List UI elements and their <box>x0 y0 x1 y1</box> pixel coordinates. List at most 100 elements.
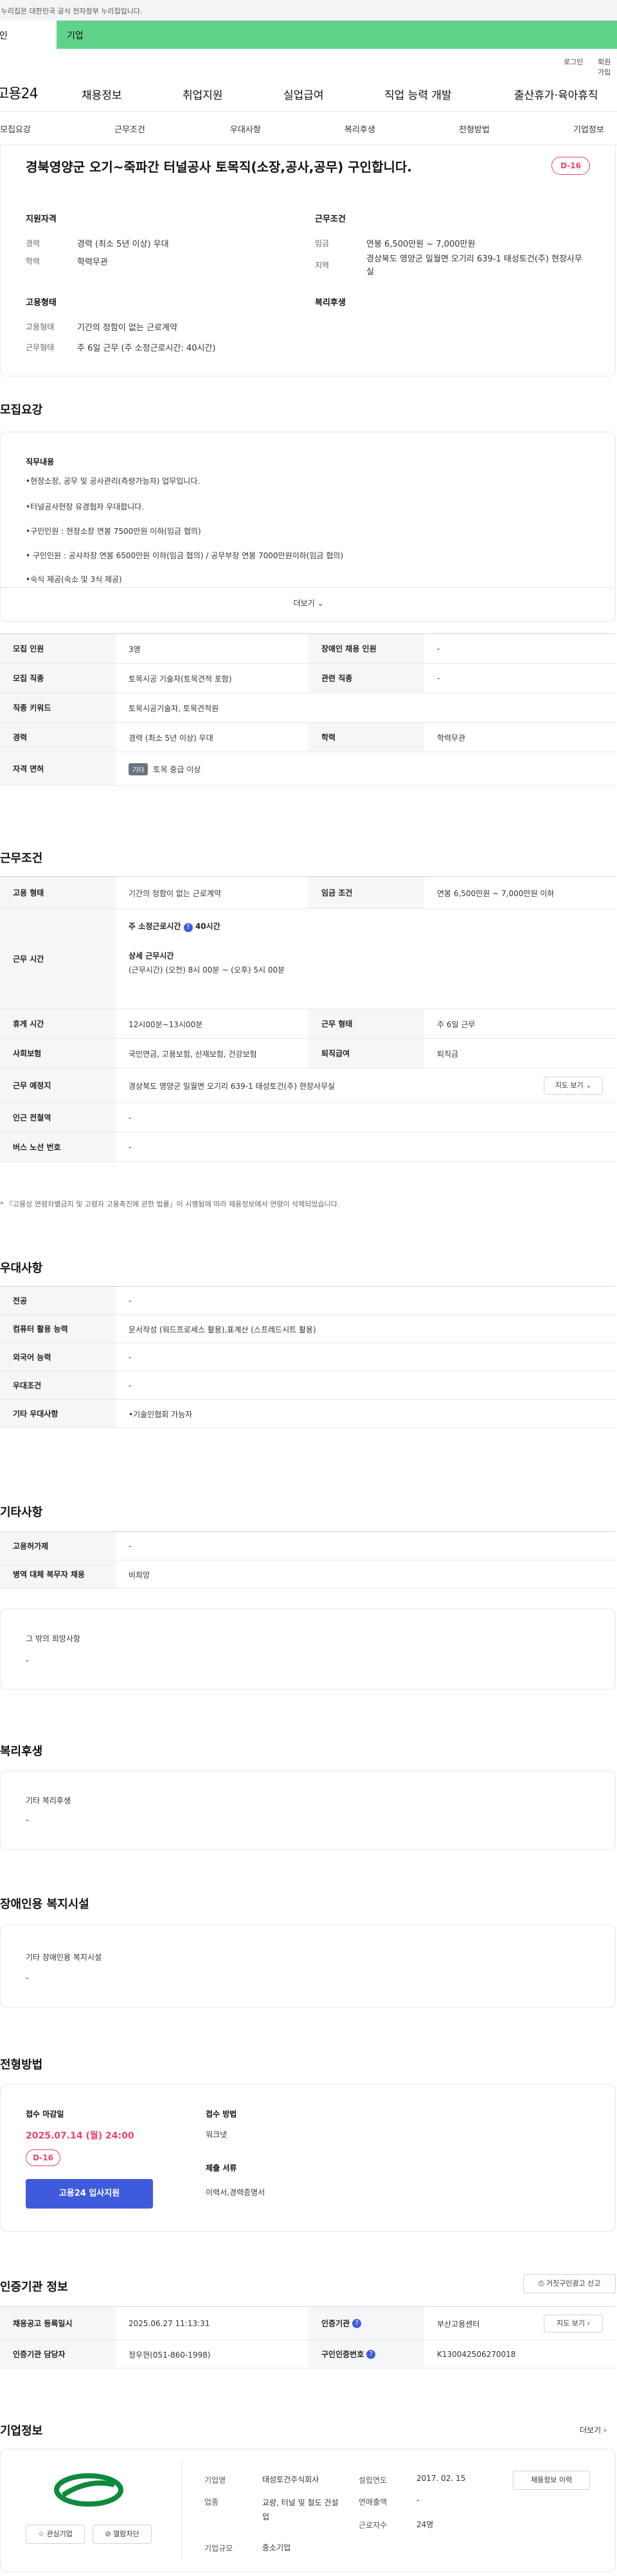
site-logo[interactable]: 고용24 <box>0 82 38 103</box>
industry-value: 교량, 터널 및 철도 건설업 <box>262 2498 339 2521</box>
cert-map-button[interactable]: 지도 보기 › <box>544 2315 603 2333</box>
info-icon[interactable]: ? <box>352 2318 362 2328</box>
gnb-item-jobs[interactable]: 채용정보 <box>82 86 122 102</box>
facility-section-title: 장애인용 복지시설 <box>0 1898 89 1911</box>
segment-bar: 개인 기업 <box>0 21 617 49</box>
row-header: 학력 <box>308 723 424 752</box>
cond-region-value: 경상북도 영양군 일월면 오기리 639-1 태성토건(주) 현장사무실 <box>366 254 582 277</box>
sales-value: - <box>416 2496 420 2505</box>
pref-etc-value: •기술인협회 가능자 <box>129 1409 193 1419</box>
tab-screening[interactable]: 전형방법 <box>459 123 490 135</box>
facility-card <box>0 1925 616 2008</box>
cond-region-label: 지역 <box>315 261 330 270</box>
work-form-value: 주 6일 근무 <box>437 1019 476 1029</box>
deadline-label: 접수 마감일 <box>26 2110 64 2119</box>
segment-company[interactable]: 기업 <box>57 21 617 49</box>
table-row: 휴게 시간 12시00분~13시00분 근무 형태 주 6일 근무 <box>0 1009 616 1039</box>
row-header: 채용공고 등록일시 <box>0 2307 116 2340</box>
support-heading: 지원자격 <box>26 215 57 224</box>
founded-label: 설립연도 <box>359 2476 388 2485</box>
welfare-card <box>0 1770 616 1850</box>
company-size-label: 기업규모 <box>204 2544 233 2553</box>
table-row: 병역 대체 복무자 채용 비희망 <box>0 1560 616 1589</box>
gnb-item-skills[interactable]: 직업 능력 개발 <box>384 86 452 102</box>
condition-heading: 근무조건 <box>315 215 346 224</box>
wage-value: 연봉 6,500만원 ~ 7,000만원 이하 <box>437 888 555 898</box>
gnb-item-unemployment-benefit[interactable]: 실업급여 <box>283 86 324 102</box>
emp-type-value: 기간의 정함이 없는 근로계약 <box>77 323 177 333</box>
welfare-heading: 복리후생 <box>315 298 346 308</box>
divider <box>181 2460 182 2561</box>
row-header: 모집 인원 <box>0 634 116 663</box>
info-icon[interactable]: ? <box>366 2349 376 2359</box>
star-icon: ☆ <box>38 2530 44 2538</box>
hours-detail-label: 상세 근무시간 <box>129 951 174 960</box>
gnb-item-parental-leave[interactable]: 출산휴가·육아휴직 <box>514 86 598 102</box>
welfare-label: 기타 복리후생 <box>26 1796 71 1805</box>
gov-notice-text: 이 누리집은 대한민국 공식 전자정부 누리집입니다. <box>0 7 143 15</box>
map-button[interactable]: 지도 보기 ⌄ <box>544 1077 603 1095</box>
table-row: 전공 - <box>0 1287 616 1315</box>
military-value: 비희망 <box>129 1570 150 1580</box>
duty-more-button[interactable]: 더보기 ⌄ <box>276 597 341 608</box>
license-text: 토목 중급 이상 <box>153 764 201 774</box>
support-edu-label: 학력 <box>26 257 40 266</box>
tab-recruit[interactable]: 모집요강 <box>0 123 31 135</box>
company-logo <box>50 2472 127 2508</box>
deadline-value: 2025.07.14 (월) 24:00 <box>26 2131 134 2141</box>
block-view-button[interactable]: ⊘ 열람차단 <box>93 2525 152 2544</box>
support-career-value: 경력 (최소 5년 이상) 우대 <box>77 240 169 249</box>
row-header: 병역 대체 복무자 채용 <box>0 1560 116 1588</box>
cond-wage-label: 임금 <box>315 239 330 248</box>
job-type-value: 토목시공 기술자(토목견적 포함) <box>129 674 232 684</box>
gnb-item-employment-support[interactable]: 취업지원 <box>183 86 223 102</box>
tab-preference[interactable]: 우대사항 <box>230 123 261 135</box>
break-value: 12시00분~13시00분 <box>129 1019 203 1029</box>
duty-line: •숙식 제공(숙소 및 3식 제공) <box>26 575 122 584</box>
segment-personal[interactable]: 개인 <box>0 21 57 49</box>
row-header: 퇴직급여 <box>308 1039 424 1068</box>
welfare-section-title: 복리후생 <box>0 1745 43 1758</box>
tab-work[interactable]: 근무조건 <box>114 123 145 135</box>
false-ad-report-button[interactable]: ⎙ 거짓구인광고 신고 <box>523 2274 616 2293</box>
row-header: 기타 우대사항 <box>0 1400 116 1427</box>
job-keyword-value: 토목시공기술자, 토목견적원 <box>129 703 219 713</box>
retirement-value: 퇴직금 <box>437 1049 459 1059</box>
tab-company[interactable]: 기업정보 <box>573 123 604 135</box>
pref-table: 전공 - 컴퓨터 활용 능력 문서작성 (워드프로세스 활용),표계산 (스프레… <box>0 1286 616 1428</box>
table-row: 경력 경력 (최소 5년 이상) 우대 학력 학력무관 <box>0 723 616 752</box>
table-row: 고용허가제 - <box>0 1532 616 1560</box>
duty-line: •현장소장, 공무 및 공사관리(측량가능자) 업무입니다. <box>26 477 201 486</box>
row-header: 근무 시간 <box>0 909 116 1009</box>
duty-line: • 구인인원 : 공사차장 연봉 6500만원 이하(임금 협의) / 공무부장… <box>26 551 344 560</box>
row-header: 근무 형태 <box>308 1009 424 1038</box>
table-row: 모집 직종 토목시공 기술자(토목견적 포함) 관련 직종 - <box>0 664 616 693</box>
major-value: - <box>129 1296 132 1305</box>
company-name-label: 기업명 <box>204 2476 226 2485</box>
table-row: 우대조건 - <box>0 1372 616 1400</box>
divider <box>0 587 616 588</box>
report-icon: ⎙ <box>538 2279 544 2288</box>
chevron-right-icon: › <box>603 2426 607 2435</box>
subway-value: - <box>129 1113 132 1122</box>
job-history-button[interactable]: 채용정보 이력 <box>513 2471 590 2490</box>
founded-value: 2017. 02. 15 <box>416 2474 466 2483</box>
tab-welfare[interactable]: 복리후생 <box>344 123 375 135</box>
apply-button[interactable]: 고용24 입사지원 <box>26 2179 153 2209</box>
work-table: 고용 형태 기간의 정함이 없는 근로계약 임금 조건 연봉 6,500만원 ~… <box>0 876 616 1162</box>
company-more-link[interactable]: 더보기 › <box>580 2424 607 2435</box>
deadline-dday-badge: D-16 <box>26 2149 60 2166</box>
chevron-down-icon: ⌄ <box>317 599 324 608</box>
row-header: 고용 형태 <box>0 877 116 908</box>
related-job-value: - <box>437 674 440 683</box>
table-row: 컴퓨터 활용 능력 문서작성 (워드프로세스 활용),표계산 (스프레드시트 활… <box>0 1315 616 1343</box>
table-row: 직종 키워드 토목시공기술자, 토목견적원 <box>0 693 616 723</box>
support-edu-value: 학력무관 <box>77 258 108 267</box>
info-icon[interactable]: ? <box>183 923 193 932</box>
favorite-company-button[interactable]: ☆ 관심기업 <box>26 2525 85 2544</box>
login-link[interactable]: 로그인 <box>564 57 583 67</box>
row-header: 자격 면허 <box>0 752 116 785</box>
cond-wage-value: 연봉 6,500만원 ~ 7,000만원 <box>366 240 476 249</box>
method-label: 접수 방법 <box>206 2110 237 2119</box>
table-row: 자격 면허 기타 토목 중급 이상 <box>0 752 616 786</box>
